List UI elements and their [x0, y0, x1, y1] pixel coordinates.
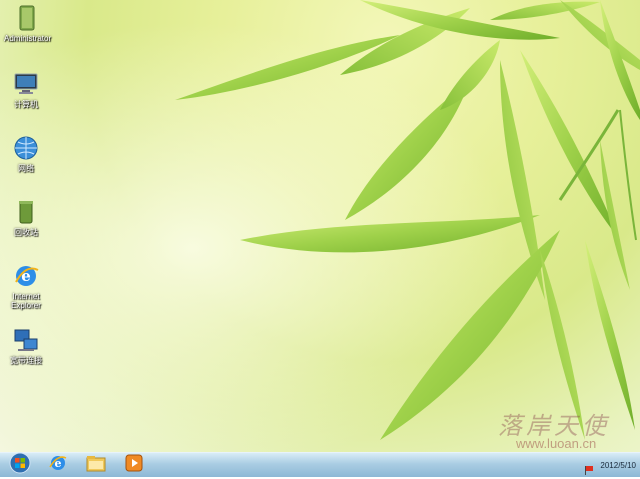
start-orb-icon: [9, 452, 31, 478]
desktop-icon-network[interactable]: 网络: [4, 134, 48, 173]
clock-date: 2012/5/10: [600, 460, 636, 470]
internet-explorer-icon: e: [48, 453, 68, 477]
desktop-icon-label: Administrator: [4, 34, 52, 43]
start-button[interactable]: [6, 452, 34, 478]
broadband-connection-icon: [12, 326, 40, 354]
system-tray: 2012/5/10: [584, 455, 636, 475]
taskbar: e 2012/5/10: [0, 452, 640, 477]
desktop-icon-computer[interactable]: 计算机: [4, 70, 48, 109]
recycle-bin-icon: [12, 198, 40, 226]
taskbar-explorer-button[interactable]: [82, 454, 110, 476]
desktop-icon-label: 回收站: [14, 228, 38, 237]
desktop-icon-label: 宽带连接: [10, 356, 42, 365]
taskbar-ie-button[interactable]: e: [44, 454, 72, 476]
clock[interactable]: 2012/5/10: [600, 461, 636, 470]
desktop-icon-broadband-connection[interactable]: 宽带连接: [4, 326, 48, 365]
desktop-background: Administrator 计算机 网络 回收站 e Internet Expl…: [0, 0, 640, 452]
internet-explorer-icon: e: [12, 262, 40, 290]
media-player-icon: [124, 453, 144, 477]
desktop-icon-label: 网络: [18, 164, 34, 173]
windows-explorer-icon: [86, 454, 106, 476]
bamboo-leaves-wallpaper: [0, 0, 640, 452]
desktop-icon-label: Internet Explorer: [11, 292, 41, 310]
flag-icon[interactable]: [584, 460, 594, 475]
desktop-icon-administrator[interactable]: Administrator: [4, 4, 52, 43]
taskbar-media-player-button[interactable]: [120, 454, 148, 476]
computer-icon: [12, 70, 40, 98]
desktop-icon-recycle-bin[interactable]: 回收站: [4, 198, 48, 237]
network-icon: [12, 134, 40, 162]
watermark-url: www.luoan.cn: [516, 436, 597, 451]
desktop-icon-label: 计算机: [14, 100, 38, 109]
desktop-icon-internet-explorer[interactable]: e Internet Explorer: [4, 262, 48, 310]
user-folder-icon: [12, 4, 40, 32]
